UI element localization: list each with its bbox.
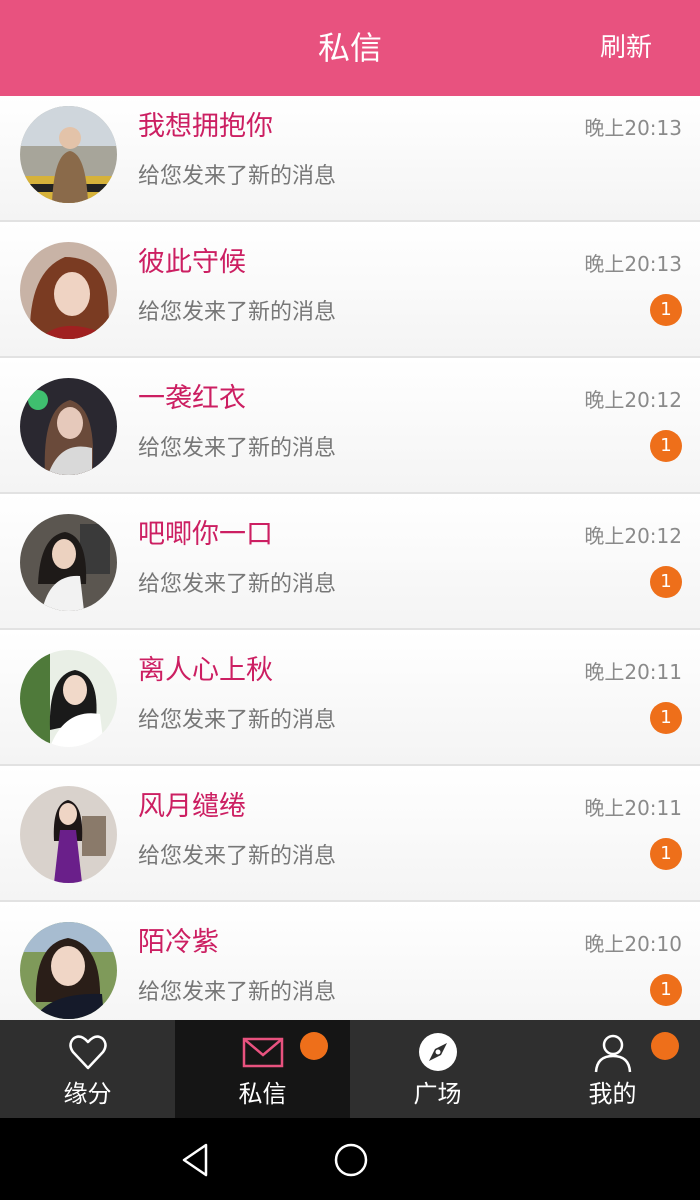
unread-badge: 1: [650, 566, 682, 598]
bottom-tab-bar: 缘分 私信 广场 我的: [0, 1020, 700, 1118]
contact-name: 我想拥抱你: [138, 111, 273, 142]
notification-dot: [300, 1032, 328, 1060]
unread-badge: 1: [650, 430, 682, 462]
contact-name: 一袭红衣: [138, 383, 246, 414]
message-preview: 给您发来了新的消息: [138, 436, 337, 461]
unread-badge: 1: [650, 702, 682, 734]
avatar: [20, 922, 117, 1019]
message-time: 晚上20:12: [584, 524, 682, 548]
avatar: [20, 514, 117, 611]
avatar: [20, 786, 117, 883]
app-header: 私信 刷新: [0, 0, 700, 96]
unread-badge: 1: [650, 838, 682, 870]
tab-label: 我的: [588, 1080, 637, 1108]
contact-name: 离人心上秋: [138, 655, 273, 686]
message-list: 我想拥抱你 给您发来了新的消息 晚上20:13 彼此守候 给您发来了新的消息 晚…: [0, 96, 700, 1020]
message-time: 晚上20:12: [584, 388, 682, 412]
message-preview: 给您发来了新的消息: [138, 164, 337, 189]
tab-label: 私信: [238, 1080, 287, 1108]
tab-wode[interactable]: 我的: [525, 1020, 700, 1118]
avatar: [20, 650, 117, 747]
message-row[interactable]: 陌冷紫 给您发来了新的消息 晚上20:10 1: [0, 902, 700, 1020]
message-time: 晚上20:13: [584, 252, 682, 276]
back-icon[interactable]: [176, 1140, 216, 1180]
message-time: 晚上20:11: [584, 796, 682, 820]
message-preview: 给您发来了新的消息: [138, 300, 337, 325]
message-time: 晚上20:13: [584, 116, 682, 140]
message-time: 晚上20:10: [584, 932, 682, 956]
message-row[interactable]: 离人心上秋 给您发来了新的消息 晚上20:11 1: [0, 630, 700, 766]
tab-label: 广场: [413, 1080, 462, 1108]
message-row[interactable]: 风月缱绻 给您发来了新的消息 晚上20:11 1: [0, 766, 700, 902]
message-preview: 给您发来了新的消息: [138, 844, 337, 869]
home-icon[interactable]: [331, 1140, 371, 1180]
avatar: [20, 242, 117, 339]
notification-dot: [651, 1032, 679, 1060]
avatar: [20, 378, 117, 475]
message-preview: 给您发来了新的消息: [138, 980, 337, 1005]
unread-badge: 1: [650, 974, 682, 1006]
message-row[interactable]: 彼此守候 给您发来了新的消息 晚上20:13 1: [0, 222, 700, 358]
tab-label: 缘分: [63, 1080, 112, 1108]
message-row[interactable]: 吧唧你一口 给您发来了新的消息 晚上20:12 1: [0, 494, 700, 630]
contact-name: 彼此守候: [138, 247, 246, 278]
user-icon: [591, 1030, 635, 1074]
tab-guangchang[interactable]: 广场: [350, 1020, 525, 1118]
avatar: [20, 106, 117, 203]
message-preview: 给您发来了新的消息: [138, 572, 337, 597]
contact-name: 风月缱绻: [138, 791, 246, 822]
message-preview: 给您发来了新的消息: [138, 708, 337, 733]
contact-name: 陌冷紫: [138, 927, 219, 958]
envelope-icon: [241, 1030, 285, 1074]
contact-name: 吧唧你一口: [138, 519, 273, 550]
message-time: 晚上20:11: [584, 660, 682, 684]
tab-yuanfen[interactable]: 缘分: [0, 1020, 175, 1118]
tab-sixin[interactable]: 私信: [175, 1020, 350, 1118]
refresh-button[interactable]: 刷新: [600, 0, 652, 96]
message-row[interactable]: 一袭红衣 给您发来了新的消息 晚上20:12 1: [0, 358, 700, 494]
unread-badge: 1: [650, 294, 682, 326]
compass-icon: [416, 1030, 460, 1074]
page-title: 私信: [317, 29, 382, 67]
heart-icon: [66, 1030, 110, 1074]
system-navigation-bar: [0, 1118, 700, 1200]
message-row[interactable]: 我想拥抱你 给您发来了新的消息 晚上20:13: [0, 96, 700, 222]
